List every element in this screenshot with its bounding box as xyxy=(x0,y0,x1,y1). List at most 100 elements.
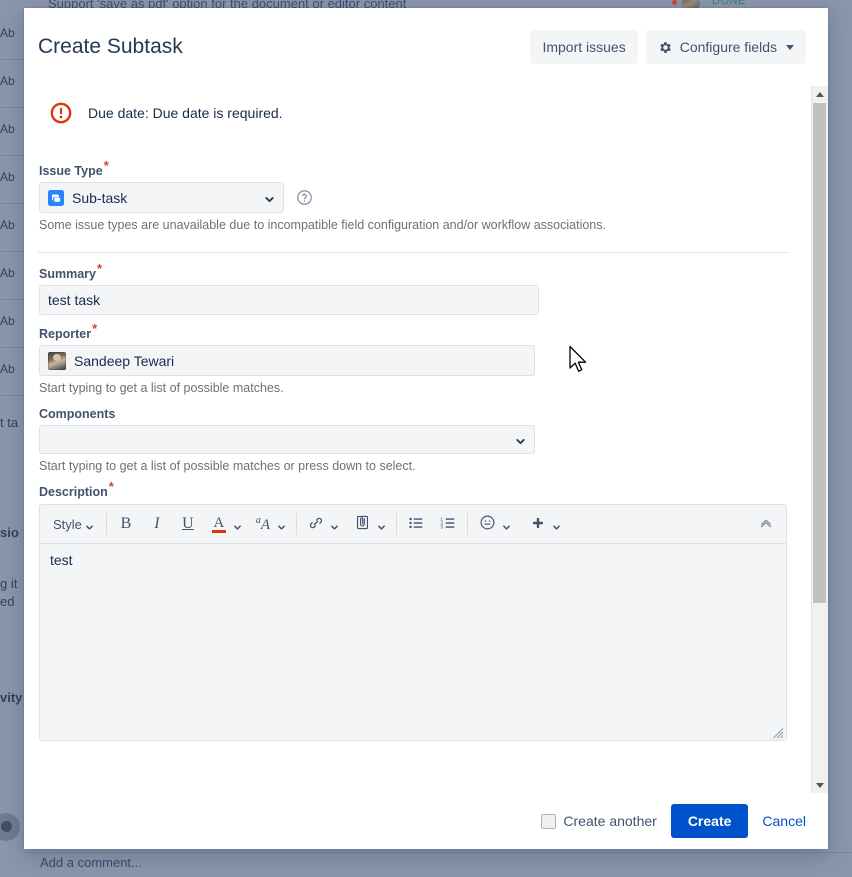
import-issues-button[interactable]: Import issues xyxy=(530,30,638,64)
underline-icon: U xyxy=(182,515,194,532)
create-another-label: Create another xyxy=(563,813,657,829)
text-color-button[interactable]: A xyxy=(207,511,231,537)
create-subtask-dialog: Create Subtask Import issues Configure f… xyxy=(24,8,828,849)
chevron-down-icon xyxy=(502,520,511,530)
dialog-body: Due date: Due date is required. Issue Ty… xyxy=(24,86,811,793)
background-list-item: Ab xyxy=(0,204,26,252)
editor-toolbar: Style B I U A aA 1 2 3 xyxy=(40,505,786,544)
collapse-toolbar-button[interactable] xyxy=(754,511,778,537)
emoji-icon xyxy=(479,514,496,534)
field-description: Description* Style B I U A aA 1 2 3 test xyxy=(38,480,789,741)
insert-more-dropdown[interactable] xyxy=(550,511,564,537)
text-color-swatch xyxy=(211,529,226,533)
reporter-input[interactable]: Sandeep Tewari xyxy=(39,345,535,376)
chevron-down-icon xyxy=(264,192,275,203)
italic-button[interactable]: I xyxy=(145,511,169,537)
background-comment-bar: Add a comment... xyxy=(0,845,852,877)
field-summary: Summary* xyxy=(38,262,789,315)
chevron-down-icon xyxy=(277,520,286,530)
bold-button[interactable]: B xyxy=(114,511,138,537)
description-textarea[interactable]: test xyxy=(40,544,786,740)
question-circle-icon[interactable] xyxy=(296,189,313,206)
link-button[interactable] xyxy=(304,511,328,537)
attachment-dropdown[interactable] xyxy=(375,511,389,537)
field-issue-type: Issue Type* Sub-task Some issue types ar… xyxy=(38,159,789,232)
dialog-footer: Create another Create Cancel xyxy=(24,793,828,849)
reporter-value: Sandeep Tewari xyxy=(74,352,175,369)
dialog-body-wrap: Due date: Due date is required. Issue Ty… xyxy=(24,86,828,793)
background-list-item: Ab xyxy=(0,156,26,204)
toolbar-separator xyxy=(105,513,107,535)
reporter-help-text: Start typing to get a list of possible m… xyxy=(39,381,284,395)
insert-more-button[interactable] xyxy=(526,511,550,537)
scroll-up-arrow[interactable] xyxy=(812,86,828,102)
issue-type-row: Sub-task xyxy=(39,182,789,213)
body-bottom-spacer xyxy=(38,741,789,765)
field-components: Components Start typing to get a list of… xyxy=(38,407,789,473)
error-banner: Due date: Due date is required. xyxy=(38,86,789,124)
scroll-thumb[interactable] xyxy=(813,103,826,603)
chevron-down-icon xyxy=(552,520,561,530)
configure-fields-button[interactable]: Configure fields xyxy=(645,30,806,64)
attachment-button[interactable] xyxy=(350,511,375,537)
bullet-list-button[interactable] xyxy=(404,511,428,537)
dialog-header: Create Subtask Import issues Configure f… xyxy=(24,8,828,86)
description-editor: Style B I U A aA 1 2 3 test xyxy=(39,504,787,741)
field-reporter: Reporter* Sandeep Tewari Start typing to… xyxy=(38,322,789,395)
chevron-down-icon xyxy=(515,434,526,445)
summary-input[interactable] xyxy=(39,285,539,315)
style-dropdown-button[interactable]: Style xyxy=(48,511,99,537)
numbered-list-button[interactable]: 1 2 3 xyxy=(436,511,460,537)
dialog-scrollbar[interactable] xyxy=(811,86,828,793)
toolbar-separator xyxy=(395,513,397,535)
checkbox-box[interactable] xyxy=(541,813,557,829)
create-button[interactable]: Create xyxy=(670,804,749,838)
add-comment-placeholder[interactable]: Add a comment... xyxy=(40,855,142,870)
import-issues-label: Import issues xyxy=(542,39,626,55)
background-list-item: Ab xyxy=(0,12,26,60)
background-text-fragment: g it xyxy=(0,576,18,591)
description-value: test xyxy=(50,552,73,568)
components-label: Components xyxy=(39,407,789,421)
page-title: Create Subtask xyxy=(38,35,183,58)
create-another-checkbox[interactable]: Create another xyxy=(541,813,657,829)
required-indicator: * xyxy=(92,320,98,336)
emoji-button[interactable] xyxy=(475,511,500,537)
text-color-icon: A xyxy=(213,514,225,531)
gear-icon xyxy=(658,40,673,55)
bold-icon: B xyxy=(120,515,132,532)
section-divider xyxy=(38,252,789,253)
text-format-button[interactable]: aA xyxy=(251,511,275,537)
cancel-button[interactable]: Cancel xyxy=(762,813,806,829)
paperclip-icon xyxy=(354,514,371,534)
resize-handle-icon[interactable] xyxy=(772,726,784,739)
chevron-down-icon xyxy=(786,44,794,50)
header-actions: Import issues Configure fields xyxy=(530,30,806,64)
components-select[interactable] xyxy=(39,425,535,454)
italic-icon: I xyxy=(154,515,160,532)
underline-button[interactable]: U xyxy=(176,511,200,537)
required-indicator: * xyxy=(96,260,103,276)
text-color-dropdown[interactable] xyxy=(231,511,245,537)
description-label-text: Description xyxy=(39,485,108,499)
issue-type-select[interactable]: Sub-task xyxy=(39,182,284,213)
double-chevron-up-icon xyxy=(758,515,774,534)
emoji-dropdown[interactable] xyxy=(500,511,514,537)
summary-label-text: Summary xyxy=(39,267,96,281)
link-icon xyxy=(308,515,324,534)
chevron-down-icon xyxy=(377,520,386,530)
svg-text:3: 3 xyxy=(440,524,443,530)
required-indicator: * xyxy=(103,157,109,173)
background-divider xyxy=(26,852,852,853)
text-format-dropdown[interactable] xyxy=(275,511,289,537)
background-text-fragment: ed xyxy=(0,594,15,609)
link-dropdown[interactable] xyxy=(328,511,342,537)
components-label-text: Components xyxy=(39,407,116,421)
components-help-text: Start typing to get a list of possible m… xyxy=(39,459,416,473)
issue-type-label: Issue Type* xyxy=(39,159,789,178)
error-circle-icon xyxy=(50,102,72,124)
scroll-down-arrow[interactable] xyxy=(812,777,828,793)
background-text-fragment: sio xyxy=(0,525,19,540)
subtask-icon xyxy=(48,189,64,206)
text-format-icon: aA xyxy=(255,514,270,533)
